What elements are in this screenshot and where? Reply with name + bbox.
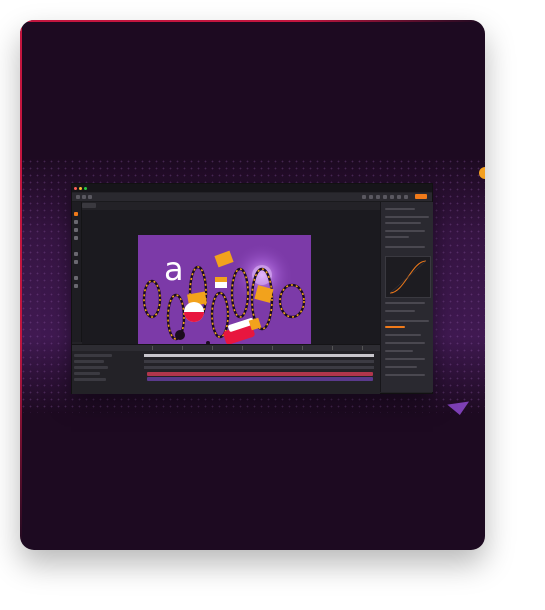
layer-name[interactable] [74, 372, 100, 375]
timeline-track[interactable] [144, 360, 374, 363]
properties-panel [380, 202, 433, 392]
panel-field[interactable] [385, 374, 425, 376]
canvas-letter-a: a [164, 250, 184, 288]
orange-circle-icon [479, 167, 485, 179]
panel-field[interactable] [385, 326, 405, 328]
animation-app-window: a [71, 183, 433, 394]
panel-field[interactable] [385, 222, 421, 224]
panel-field[interactable] [385, 310, 415, 312]
panel-field[interactable] [385, 358, 425, 360]
document-tabs [82, 203, 162, 209]
ruler-tick [302, 346, 303, 350]
shape-tool-icon[interactable] [74, 228, 78, 232]
hand-tool-icon[interactable] [74, 252, 78, 256]
easing-graph[interactable] [385, 256, 431, 298]
ruler-tick [332, 346, 333, 350]
ruler-tick [362, 346, 363, 350]
panel-field[interactable] [385, 320, 429, 322]
export-button[interactable] [415, 194, 427, 199]
ruler-tick [242, 346, 243, 350]
panel-field[interactable] [385, 334, 421, 336]
timeline-clip[interactable] [147, 377, 373, 381]
tool-icon[interactable] [74, 276, 78, 280]
minimize-dot-icon[interactable] [79, 186, 82, 190]
panel-field[interactable] [385, 350, 413, 352]
window-titlebar [72, 184, 432, 192]
toolbar-button[interactable] [404, 195, 408, 199]
ruler-tick [272, 346, 273, 350]
timeline-panel [72, 344, 380, 394]
easing-curve [389, 260, 427, 294]
toolbar-button[interactable] [390, 195, 394, 199]
select-tool-icon[interactable] [74, 212, 78, 216]
panel-field[interactable] [385, 246, 425, 248]
panel-field[interactable] [385, 302, 425, 304]
panel-header [385, 208, 415, 210]
layer-name[interactable] [74, 360, 104, 363]
white-cube-top [215, 277, 227, 282]
artboard-artwork: a [142, 243, 306, 345]
ruler-tick [182, 346, 183, 350]
toolbar-button[interactable] [88, 195, 92, 199]
panel-field[interactable] [385, 216, 429, 218]
toolbar-button[interactable] [82, 195, 86, 199]
timeline-track[interactable] [144, 366, 374, 369]
ruler-tick [152, 346, 153, 350]
toolbar-button[interactable] [397, 195, 401, 199]
ruler-tick [212, 346, 213, 350]
layer-name[interactable] [74, 378, 106, 381]
tools-sidebar [72, 202, 82, 342]
layer-name[interactable] [74, 354, 112, 357]
panel-field[interactable] [385, 342, 425, 344]
document-tab[interactable] [82, 203, 96, 208]
maximize-dot-icon[interactable] [84, 186, 87, 190]
orange-block [214, 250, 234, 268]
text-tool-icon[interactable] [74, 236, 78, 240]
toolbar-button[interactable] [76, 195, 80, 199]
panel-field[interactable] [385, 230, 425, 232]
timeline-track[interactable] [144, 354, 374, 357]
red-half [184, 312, 204, 322]
timeline-ruler[interactable] [72, 345, 380, 351]
zoom-tool-icon[interactable] [74, 260, 78, 264]
panel-field[interactable] [385, 236, 409, 238]
pen-tool-icon[interactable] [74, 220, 78, 224]
toolbar-button[interactable] [376, 195, 380, 199]
layer-name[interactable] [74, 366, 108, 369]
toolbar-button[interactable] [362, 195, 366, 199]
artboard[interactable]: a [138, 235, 311, 362]
panel-field[interactable] [385, 366, 417, 368]
toolbar [72, 193, 432, 202]
tool-icon[interactable] [74, 284, 78, 288]
purple-triangle-icon [447, 401, 471, 417]
dark-dot [175, 330, 185, 340]
timeline-clip[interactable] [147, 372, 373, 376]
toolbar-button[interactable] [369, 195, 373, 199]
toolbar-button[interactable] [383, 195, 387, 199]
close-dot-icon[interactable] [74, 186, 77, 190]
preview-card: a [20, 20, 485, 550]
